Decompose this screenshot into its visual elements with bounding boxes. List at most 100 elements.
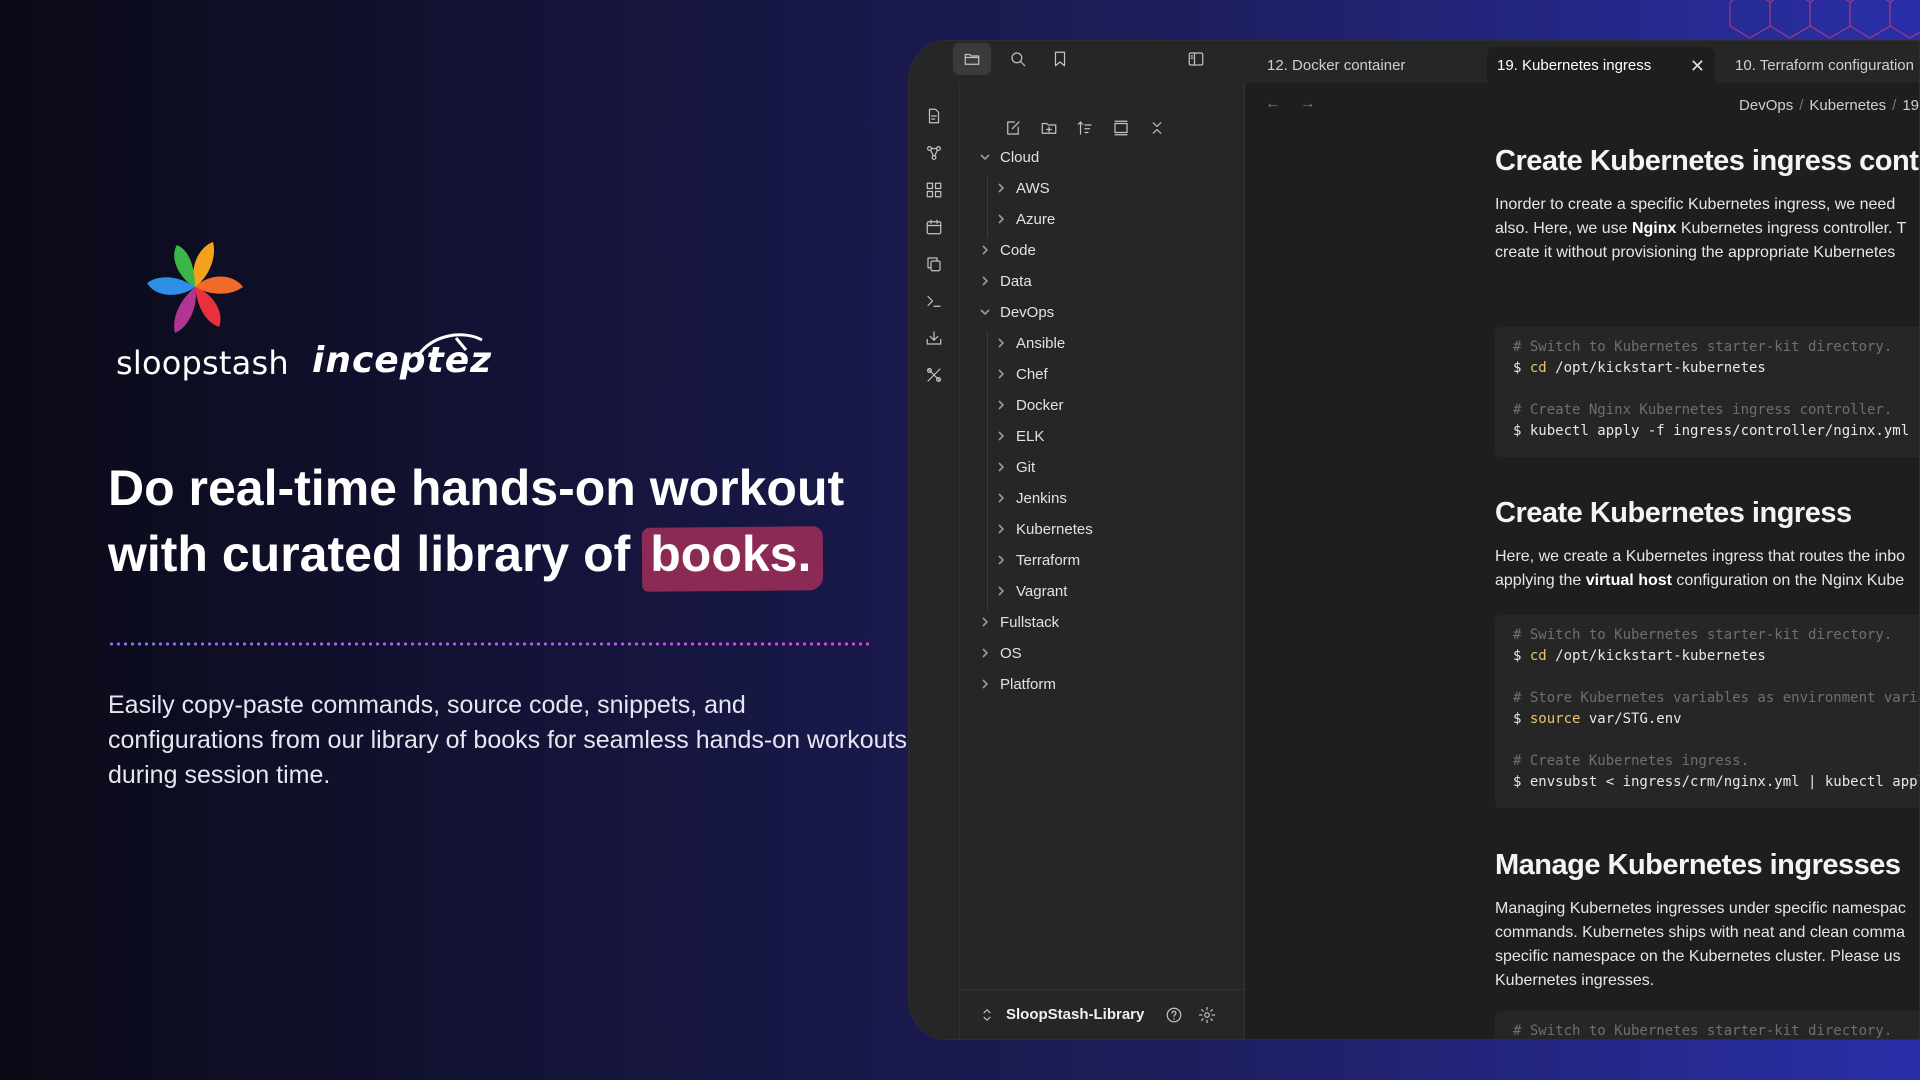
search-icon[interactable] — [1005, 46, 1031, 72]
bookmark-icon[interactable] — [1047, 46, 1073, 72]
tree-item-kubernetes[interactable]: Kubernetes — [994, 517, 1093, 541]
inceptez-arc-logo — [416, 333, 483, 357]
forward-arrow-icon[interactable]: → — [1299, 95, 1315, 112]
paragraph-line: Here, we create a Kubernetes ingress tha… — [1495, 548, 1906, 565]
new-folder-icon[interactable] — [1036, 115, 1062, 141]
back-arrow-icon[interactable]: ← — [1265, 95, 1281, 112]
indent-guide — [987, 176, 988, 238]
tab-terraform-configuration[interactable]: 10. Terraform configuration — [1725, 47, 1919, 83]
tree-item-jenkins[interactable]: Jenkins — [994, 486, 1067, 510]
new-note-icon[interactable] — [1000, 115, 1026, 141]
tree-item-data[interactable]: Data — [978, 269, 1032, 293]
terminal-icon[interactable] — [921, 288, 947, 314]
breadcrumb-item[interactable]: DevOps — [1739, 97, 1793, 114]
tree-item-aws[interactable]: AWS — [994, 176, 1050, 200]
section-heading: Create Kubernetes ingress — [1495, 497, 1852, 529]
chevron-right-icon — [994, 429, 1008, 443]
chevron-right-icon — [994, 584, 1008, 598]
tree-item-label: Vagrant — [1016, 582, 1068, 600]
chevron-right-icon — [994, 336, 1008, 350]
paragraph-line: commands. Kubernetes ships with neat and… — [1495, 924, 1905, 941]
code-command: $ kubectl apply -f ingress/controller/ng… — [1513, 421, 1919, 442]
indent-guide — [987, 331, 988, 610]
calendar-icon[interactable] — [921, 214, 947, 240]
editor-pane: ← → DevOps / Kubernetes/19 Create Kubernet… — [1245, 83, 1919, 1039]
code-command: $ envsubst < ingress/crm/nginx.yml | kub… — [1513, 772, 1920, 793]
code-command: $ cd /opt/kickstart-kubernetes — [1513, 358, 1919, 379]
tree-item-cloud[interactable]: Cloud — [978, 145, 1039, 169]
canvas-icon[interactable] — [921, 177, 947, 203]
graph-icon[interactable] — [921, 140, 947, 166]
tree-item-devops[interactable]: DevOps — [978, 300, 1054, 324]
chevron-down-icon — [978, 305, 992, 319]
code-text: /opt/kickstart-kubernetes — [1546, 360, 1766, 376]
code-prompt: $ — [1513, 648, 1530, 664]
code-keyword: cd — [1529, 648, 1547, 664]
code-text: envsubst < ingress/crm/nginx.yml | kubec… — [1529, 774, 1920, 790]
vault-switcher[interactable]: SloopStash-Library — [960, 989, 1244, 1039]
chevron-right-icon — [978, 646, 992, 660]
copy-icon[interactable] — [921, 251, 947, 277]
folder-icon[interactable] — [953, 43, 991, 75]
sidebar-toggle-icon[interactable] — [1183, 46, 1209, 72]
code-keyword: cd — [1529, 360, 1547, 376]
tab-kubernetes-ingress[interactable]: 19. Kubernetes ingress ✕ — [1487, 47, 1715, 83]
tree-item-platform[interactable]: Platform — [978, 672, 1056, 696]
tab-label: 10. Terraform configuration — [1735, 56, 1914, 74]
tree-item-label: Docker — [1016, 396, 1064, 414]
breadcrumb-item[interactable]: 19 — [1902, 97, 1919, 114]
collapse-icon[interactable] — [1108, 115, 1134, 141]
app-window: 12. Docker container 19. Kubernetes ingr… — [908, 40, 1920, 1040]
hero-headline: Do real-time hands-on workout with curat… — [108, 455, 908, 587]
chevron-right-icon — [994, 460, 1008, 474]
tree-item-vagrant[interactable]: Vagrant — [994, 579, 1067, 603]
paragraph: Inorder to create a specific Kubernetes … — [1495, 193, 1906, 265]
paragraph: Here, we create a Kubernetes ingress tha… — [1495, 545, 1905, 593]
tree-item-os[interactable]: OS — [978, 641, 1022, 665]
close-tab-icon[interactable]: ✕ — [1690, 56, 1705, 77]
code-gap — [1513, 379, 1919, 400]
close-icon[interactable] — [1144, 115, 1170, 141]
tools-icon[interactable] — [921, 362, 947, 388]
code-comment: # Store Kubernetes variables as environm… — [1513, 690, 1920, 706]
chevron-right-icon — [994, 212, 1008, 226]
tree-item-label: Code — [1000, 241, 1036, 259]
code-comment: # Create Nginx Kubernetes ingress contro… — [1513, 402, 1893, 418]
tree-item-chef[interactable]: Chef — [994, 362, 1048, 386]
tab-docker-container[interactable]: 12. Docker container — [1257, 47, 1477, 83]
tab-bar: 12. Docker container 19. Kubernetes ingr… — [909, 41, 1919, 83]
tree-item-ansible[interactable]: Ansible — [994, 331, 1065, 355]
left-ribbon — [909, 83, 960, 1039]
breadcrumb: DevOps / Kubernetes/19 — [1739, 97, 1919, 114]
chevron-right-icon — [994, 491, 1008, 505]
tree-item-elk[interactable]: ELK — [994, 424, 1044, 448]
tree-item-fullstack[interactable]: Fullstack — [978, 610, 1059, 634]
tree-item-azure[interactable]: Azure — [994, 207, 1055, 231]
vault-switch-icon[interactable] — [974, 1002, 1000, 1028]
tree-item-code[interactable]: Code — [978, 238, 1036, 262]
tab-label: 19. Kubernetes ingress — [1497, 56, 1652, 74]
breadcrumb-item[interactable]: Kubernetes — [1809, 97, 1886, 114]
code-gap — [1513, 667, 1919, 688]
code-block[interactable]: # Switch to Kubernetes starter-kit direc… — [1495, 1011, 1919, 1039]
tree-item-label: OS — [1000, 644, 1022, 662]
section-heading: Manage Kubernetes ingresses — [1495, 849, 1901, 881]
code-prompt: $ — [1513, 423, 1530, 439]
chevron-right-icon — [994, 367, 1008, 381]
sort-icon[interactable] — [1072, 115, 1098, 141]
new-note-icon[interactable] — [921, 103, 947, 129]
code-block[interactable]: # Switch to Kubernetes starter-kit direc… — [1495, 327, 1919, 457]
brand-logos: sloopstash inceptez — [116, 232, 491, 392]
headline-highlight: books. — [644, 521, 817, 587]
code-block[interactable]: # Switch to Kubernetes starter-kit direc… — [1495, 615, 1920, 808]
help-icon[interactable] — [1161, 1002, 1187, 1028]
chevron-right-icon — [994, 181, 1008, 195]
hero-subtext: Easily copy-paste commands, source code,… — [108, 691, 907, 789]
settings-icon[interactable] — [1194, 1002, 1220, 1028]
download-icon[interactable] — [921, 325, 947, 351]
tree-item-git[interactable]: Git — [994, 455, 1035, 479]
chevron-right-icon — [994, 553, 1008, 567]
code-comment: # Switch to Kubernetes starter-kit direc… — [1513, 1023, 1893, 1039]
tree-item-terraform[interactable]: Terraform — [994, 548, 1080, 572]
tree-item-docker[interactable]: Docker — [994, 393, 1064, 417]
